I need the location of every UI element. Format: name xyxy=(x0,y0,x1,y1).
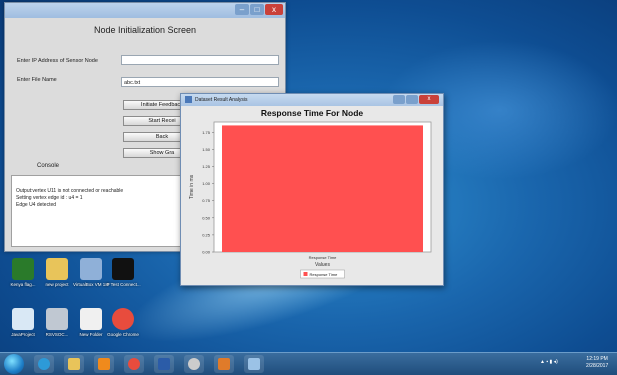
window-titlebar[interactable]: – □ x xyxy=(5,3,285,18)
chrome-icon xyxy=(128,358,140,370)
taskbar-app-button[interactable] xyxy=(124,355,144,373)
desktop-shortcut-label: new project xyxy=(45,282,69,287)
folder-icon xyxy=(68,358,80,370)
ip-label: Enter IP Address of Sensor Node xyxy=(17,58,98,64)
window-titlebar[interactable]: Dataset Result Analysis x xyxy=(181,94,443,106)
d-icon xyxy=(112,258,134,280)
maximize-button[interactable] xyxy=(406,95,418,104)
desktop-shortcut[interactable]: IP Test Connect... xyxy=(104,258,142,288)
legend-swatch xyxy=(303,272,308,276)
chart-title: Response Time For Node xyxy=(261,108,364,118)
desktop-shortcut-label: Kenya flag... xyxy=(10,282,36,287)
virtualbox-icon xyxy=(80,258,102,280)
taskbar-app-button[interactable] xyxy=(64,355,84,373)
y-tick-label: 0.50 xyxy=(202,215,211,220)
desktop-shortcut[interactable]: new project xyxy=(38,258,76,288)
clock-date: 2/28/2017 xyxy=(586,363,609,369)
response-time-chart: Response Time For Node 0.00 0.25 0.50 0.75 1.… xyxy=(189,108,432,279)
java-icon xyxy=(185,96,192,103)
clock-time: 12:19 PM xyxy=(586,356,608,362)
ie-icon xyxy=(38,358,50,370)
start-button[interactable] xyxy=(4,354,24,374)
page-title: Node Initialization Screen xyxy=(93,25,197,35)
taskbar-app-button[interactable] xyxy=(184,355,204,373)
desktop-shortcut-label: JavaProject xyxy=(11,332,35,337)
folder-icon xyxy=(46,258,68,280)
y-tick-label: 1.75 xyxy=(202,130,211,135)
taskbar-app-button[interactable] xyxy=(34,355,54,373)
legend-label: Response Time xyxy=(310,272,339,277)
taskbar-app-button[interactable] xyxy=(244,355,264,373)
paint-icon xyxy=(248,358,260,370)
desktop-shortcut-label: RSVSOC... xyxy=(45,332,69,337)
y-tick-label: 1.50 xyxy=(202,147,211,152)
taskbar-app-button[interactable] xyxy=(154,355,174,373)
media-player-icon xyxy=(98,358,110,370)
ip-address-input[interactable] xyxy=(121,55,279,65)
system-tray[interactable]: ▲ ▪ ▮ ◂) xyxy=(540,359,558,365)
desktop-shortcut[interactable]: Google Chrome xyxy=(104,308,142,338)
desktop-shortcut[interactable]: Kenya flag... xyxy=(4,258,42,288)
x-axis-label: Values xyxy=(315,262,330,268)
clock[interactable]: 12:19 PM 2/28/2017 xyxy=(586,356,608,370)
minimize-button[interactable] xyxy=(393,95,405,104)
window-title: Dataset Result Analysis xyxy=(195,97,248,103)
circle-app-icon xyxy=(188,358,200,370)
x-tick-label: Response Time xyxy=(309,255,338,260)
desktop-shortcut[interactable]: RSVSOC... xyxy=(38,308,76,338)
settings-icon xyxy=(46,308,68,330)
chrome-icon xyxy=(112,308,134,330)
file-icon xyxy=(80,308,102,330)
taskbar-app-button[interactable] xyxy=(94,355,114,373)
desktop-shortcut[interactable]: JavaProject xyxy=(4,308,42,338)
console-label: Console xyxy=(37,163,60,169)
maximize-button[interactable]: □ xyxy=(250,4,264,15)
y-tick-label: 0.75 xyxy=(202,198,211,203)
java-icon xyxy=(218,358,230,370)
y-tick-label: 1.00 xyxy=(202,181,211,186)
desktop-shortcut-label: IP Test Connect... xyxy=(105,282,141,287)
word-icon xyxy=(158,358,170,370)
close-button[interactable]: x xyxy=(419,95,439,104)
close-button[interactable]: x xyxy=(265,4,283,15)
y-axis-label: Time in ms xyxy=(189,174,195,199)
file-name-input[interactable]: abc.txt xyxy=(121,77,279,87)
java-icon xyxy=(12,308,34,330)
dataset-result-window: Dataset Result Analysis x Response Time … xyxy=(180,93,444,286)
taskbar-app-button[interactable] xyxy=(214,355,234,373)
y-tick-label: 0.25 xyxy=(202,232,211,237)
y-tick-label: 0.00 xyxy=(202,250,211,255)
taskbar: ▲ ▪ ▮ ◂) 12:19 PM 2/28/2017 xyxy=(0,352,617,375)
bar xyxy=(222,125,423,252)
desktop-shortcut-label: Google Chrome xyxy=(107,332,139,337)
minimize-button[interactable]: – xyxy=(235,4,249,15)
flag-icon xyxy=(12,258,34,280)
y-tick-label: 1.25 xyxy=(202,164,211,169)
file-name-label: Enter File Name xyxy=(17,77,57,83)
